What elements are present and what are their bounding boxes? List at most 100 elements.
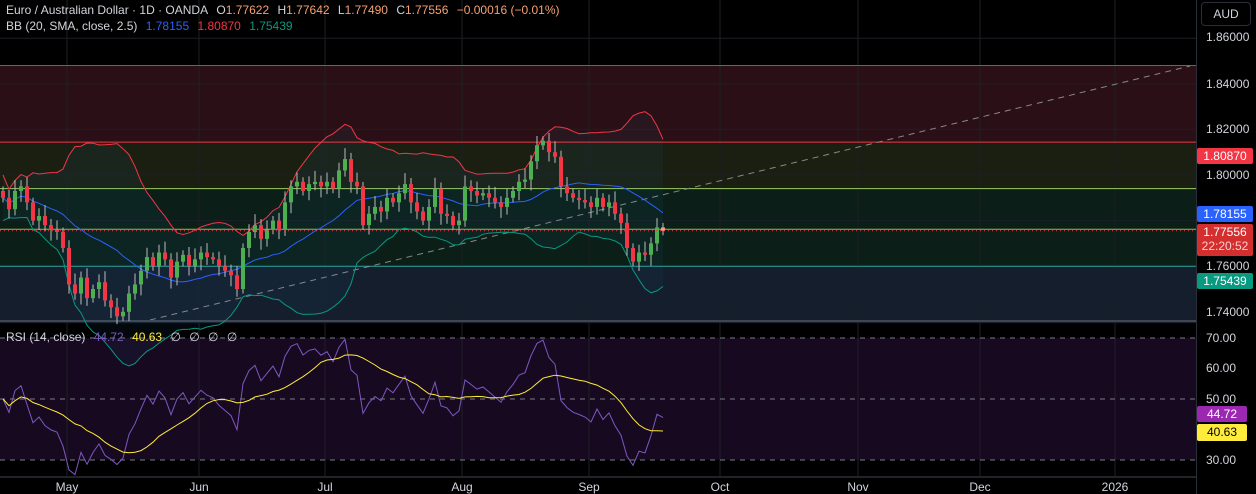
candle-body xyxy=(421,211,425,221)
candle-body xyxy=(7,197,11,210)
candle-body xyxy=(331,181,335,189)
rsi-value: 44.72 xyxy=(93,330,124,344)
candle-body xyxy=(397,193,401,203)
open-label: O xyxy=(216,3,226,17)
candle-body xyxy=(595,197,599,207)
bb-basis-tag: 1.78155 xyxy=(1197,206,1253,222)
candle-body xyxy=(73,284,77,294)
candle xyxy=(361,181,365,230)
candle-body xyxy=(19,186,23,191)
bb-legend[interactable]: BB (20, SMA, close, 2.5) 1.78155 1.80870… xyxy=(6,19,298,33)
rsi-legend[interactable]: RSI (14, close) 44.72 40.63 ∅ ∅ ∅ ∅ xyxy=(6,330,242,344)
candle-body xyxy=(169,259,173,278)
candle-body xyxy=(91,289,95,299)
bb-lower-value: 1.75439 xyxy=(249,19,293,33)
candle-body xyxy=(145,257,149,271)
candle-body xyxy=(115,307,119,317)
candle-body xyxy=(127,293,131,312)
ohlc-high: H1.77642 xyxy=(278,3,330,17)
candle-body xyxy=(31,202,35,221)
currency-button[interactable]: AUD xyxy=(1201,2,1251,26)
candle-body xyxy=(535,145,539,162)
candle-body xyxy=(379,206,383,212)
candle-body xyxy=(637,252,641,262)
candle-body xyxy=(493,197,497,203)
ohlc-close: C1.77556 xyxy=(396,3,448,17)
candle xyxy=(241,243,245,294)
time-label: Nov xyxy=(847,480,869,494)
rsi-tag: 44.72 xyxy=(1197,406,1247,422)
candle-body xyxy=(547,140,551,153)
last-price: 1.77556 xyxy=(1203,225,1247,239)
price-tick: 1.74000 xyxy=(1206,305,1250,319)
candle-body xyxy=(469,186,473,191)
candle-body xyxy=(103,282,107,301)
low-label: L xyxy=(337,3,345,17)
candle-body xyxy=(415,202,419,212)
candle-body xyxy=(325,181,329,187)
candle-body xyxy=(61,232,65,248)
ohlc-open: O1.77622 xyxy=(216,3,269,17)
candle-body xyxy=(223,266,227,271)
candle-body xyxy=(391,197,395,203)
candle-body xyxy=(235,275,239,289)
candle-body xyxy=(301,181,305,191)
candle-body xyxy=(361,186,365,226)
candle-body xyxy=(283,202,287,230)
candle-body xyxy=(181,254,185,262)
rsi-tick: 60.00 xyxy=(1206,361,1237,375)
candle-body xyxy=(655,227,659,244)
close-value: 1.77556 xyxy=(405,3,449,17)
candle-body xyxy=(385,197,389,212)
candle-body xyxy=(187,254,191,267)
rsi-tick: 50.00 xyxy=(1206,392,1237,406)
symbol-title: Euro / Australian Dollar · 1D · OANDA xyxy=(6,3,209,17)
candle-body xyxy=(97,282,101,289)
high-label: H xyxy=(277,3,287,17)
candle-body xyxy=(49,225,53,230)
candle-body xyxy=(355,181,359,187)
candle-body xyxy=(313,181,317,185)
candle-body xyxy=(625,222,629,248)
candle-body xyxy=(433,188,437,207)
price-tick: 1.76000 xyxy=(1206,259,1250,273)
candle-body xyxy=(211,257,215,260)
candle-body xyxy=(517,181,521,191)
last-price-tag: 1.77556 22:20:52 xyxy=(1197,224,1253,256)
price-zone xyxy=(0,65,1196,143)
candle-body xyxy=(529,161,533,180)
price-tick: 1.80000 xyxy=(1206,168,1250,182)
price-tick: 1.86000 xyxy=(1206,30,1250,44)
candle-body xyxy=(553,152,557,157)
candle-body xyxy=(43,216,47,226)
time-label: Jun xyxy=(189,480,209,494)
candle-body xyxy=(241,247,245,289)
candle-body xyxy=(205,252,209,258)
candle-body xyxy=(577,197,581,201)
candle-body xyxy=(559,156,563,187)
price-tick: 1.84000 xyxy=(1206,77,1250,91)
candle-body xyxy=(463,186,467,221)
time-label: Oct xyxy=(710,480,730,494)
candle-body xyxy=(271,220,275,230)
rsi-extra-3: ∅ xyxy=(226,330,238,344)
rsi-extra-2: ∅ xyxy=(208,330,219,344)
rsi-ma-value: 40.63 xyxy=(132,330,163,344)
candle-body xyxy=(475,190,479,196)
candle-body xyxy=(229,270,233,276)
candle-body xyxy=(193,259,197,267)
candle-body xyxy=(319,181,323,187)
candle-body xyxy=(481,193,485,196)
candle-body xyxy=(649,243,653,255)
candle-body xyxy=(247,232,251,248)
candle-body xyxy=(25,186,29,203)
candle-body xyxy=(289,186,293,203)
candle-body xyxy=(337,170,341,189)
candle-body xyxy=(343,159,347,171)
candle-body xyxy=(259,225,263,239)
chart-canvas[interactable] xyxy=(0,0,1196,494)
candle-body xyxy=(79,277,83,294)
bb-background xyxy=(3,111,663,366)
candle-body xyxy=(631,247,635,262)
candle-body xyxy=(523,179,527,182)
